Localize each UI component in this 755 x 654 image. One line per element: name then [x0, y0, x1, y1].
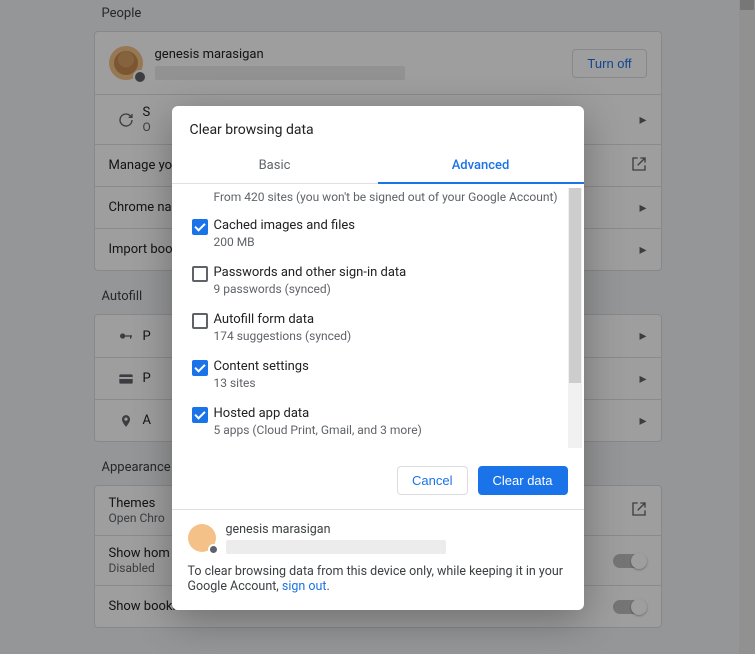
- option-subtitle: 174 suggestions (synced): [214, 329, 556, 343]
- dialog-footer: genesis marasigan To clear browsing data…: [172, 509, 584, 610]
- avatar: [188, 524, 216, 552]
- footer-account-row: genesis marasigan: [188, 522, 568, 554]
- option-subtitle: 200 MB: [214, 235, 556, 249]
- checkbox-icon: [192, 266, 208, 282]
- checkbox-icon: [192, 360, 208, 376]
- option-subtitle: 13 sites: [214, 376, 556, 390]
- option-title: Cached images and files: [214, 218, 556, 233]
- checkbox-hit[interactable]: [186, 218, 214, 235]
- option-title: Autofill form data: [214, 312, 556, 327]
- option-title: Hosted app data: [214, 406, 556, 421]
- dialog-actions: Cancel Clear data: [172, 452, 584, 509]
- footer-user-name: genesis marasigan: [226, 522, 568, 537]
- dialog-scrollbar[interactable]: [568, 188, 582, 448]
- option-label-wrap: Autofill form data 174 suggestions (synce…: [214, 312, 580, 343]
- footer-note-prefix: To clear browsing data from this device …: [188, 564, 564, 594]
- clear-data-button[interactable]: Clear data: [478, 466, 568, 495]
- dialog-tabs: Basic Advanced: [172, 148, 584, 184]
- tab-advanced[interactable]: Advanced: [378, 148, 584, 183]
- clear-data-option-3[interactable]: Content settings 13 sites: [186, 351, 580, 398]
- option-title: Content settings: [214, 359, 556, 374]
- tab-basic[interactable]: Basic: [172, 148, 378, 183]
- checkbox-hit[interactable]: [186, 265, 214, 282]
- checkbox-icon: [192, 219, 208, 235]
- sync-badge-icon: [208, 544, 219, 555]
- sign-out-link[interactable]: sign out: [282, 579, 327, 594]
- dialog-title: Clear browsing data: [172, 106, 584, 148]
- option-label-wrap: Cached images and files 200 MB: [214, 218, 580, 249]
- option-label-wrap: Content settings 13 sites: [214, 359, 580, 390]
- checkbox-hit[interactable]: [186, 312, 214, 329]
- footer-note: To clear browsing data from this device …: [188, 564, 568, 594]
- option-subtitle: 5 apps (Cloud Print, Gmail, and 3 more): [214, 423, 556, 437]
- dialog-body: From 420 sites (you won't be signed out …: [172, 184, 584, 452]
- footer-email-redacted: [226, 540, 446, 554]
- option-subtitle: 9 passwords (synced): [214, 282, 556, 296]
- footer-note-suffix: .: [327, 579, 330, 594]
- clear-data-option-2[interactable]: Autofill form data 174 suggestions (synce…: [186, 304, 580, 351]
- clear-data-option-5[interactable]: Media licensesYou may lose access to pro…: [186, 445, 580, 452]
- checkbox-hit[interactable]: [186, 406, 214, 423]
- clear-data-option-1[interactable]: Passwords and other sign-in data 9 passwo…: [186, 257, 580, 304]
- clear-browsing-data-dialog: Clear browsing data Basic Advanced From …: [172, 106, 584, 610]
- checkbox-icon: [192, 313, 208, 329]
- option-label-wrap: Hosted app data 5 apps (Cloud Print, Gmai…: [214, 406, 580, 437]
- checkbox-hit[interactable]: [186, 359, 214, 376]
- clear-data-option-4[interactable]: Hosted app data 5 apps (Cloud Print, Gmai…: [186, 398, 580, 445]
- option-label-wrap: Passwords and other sign-in data 9 passwo…: [214, 265, 580, 296]
- option-title: Passwords and other sign-in data: [214, 265, 556, 280]
- checkbox-icon: [192, 407, 208, 423]
- cancel-button[interactable]: Cancel: [397, 466, 467, 495]
- clear-data-option-0[interactable]: Cached images and files 200 MB: [186, 210, 580, 257]
- previous-item-overflow-text: From 420 sites (you won't be signed out …: [186, 188, 580, 210]
